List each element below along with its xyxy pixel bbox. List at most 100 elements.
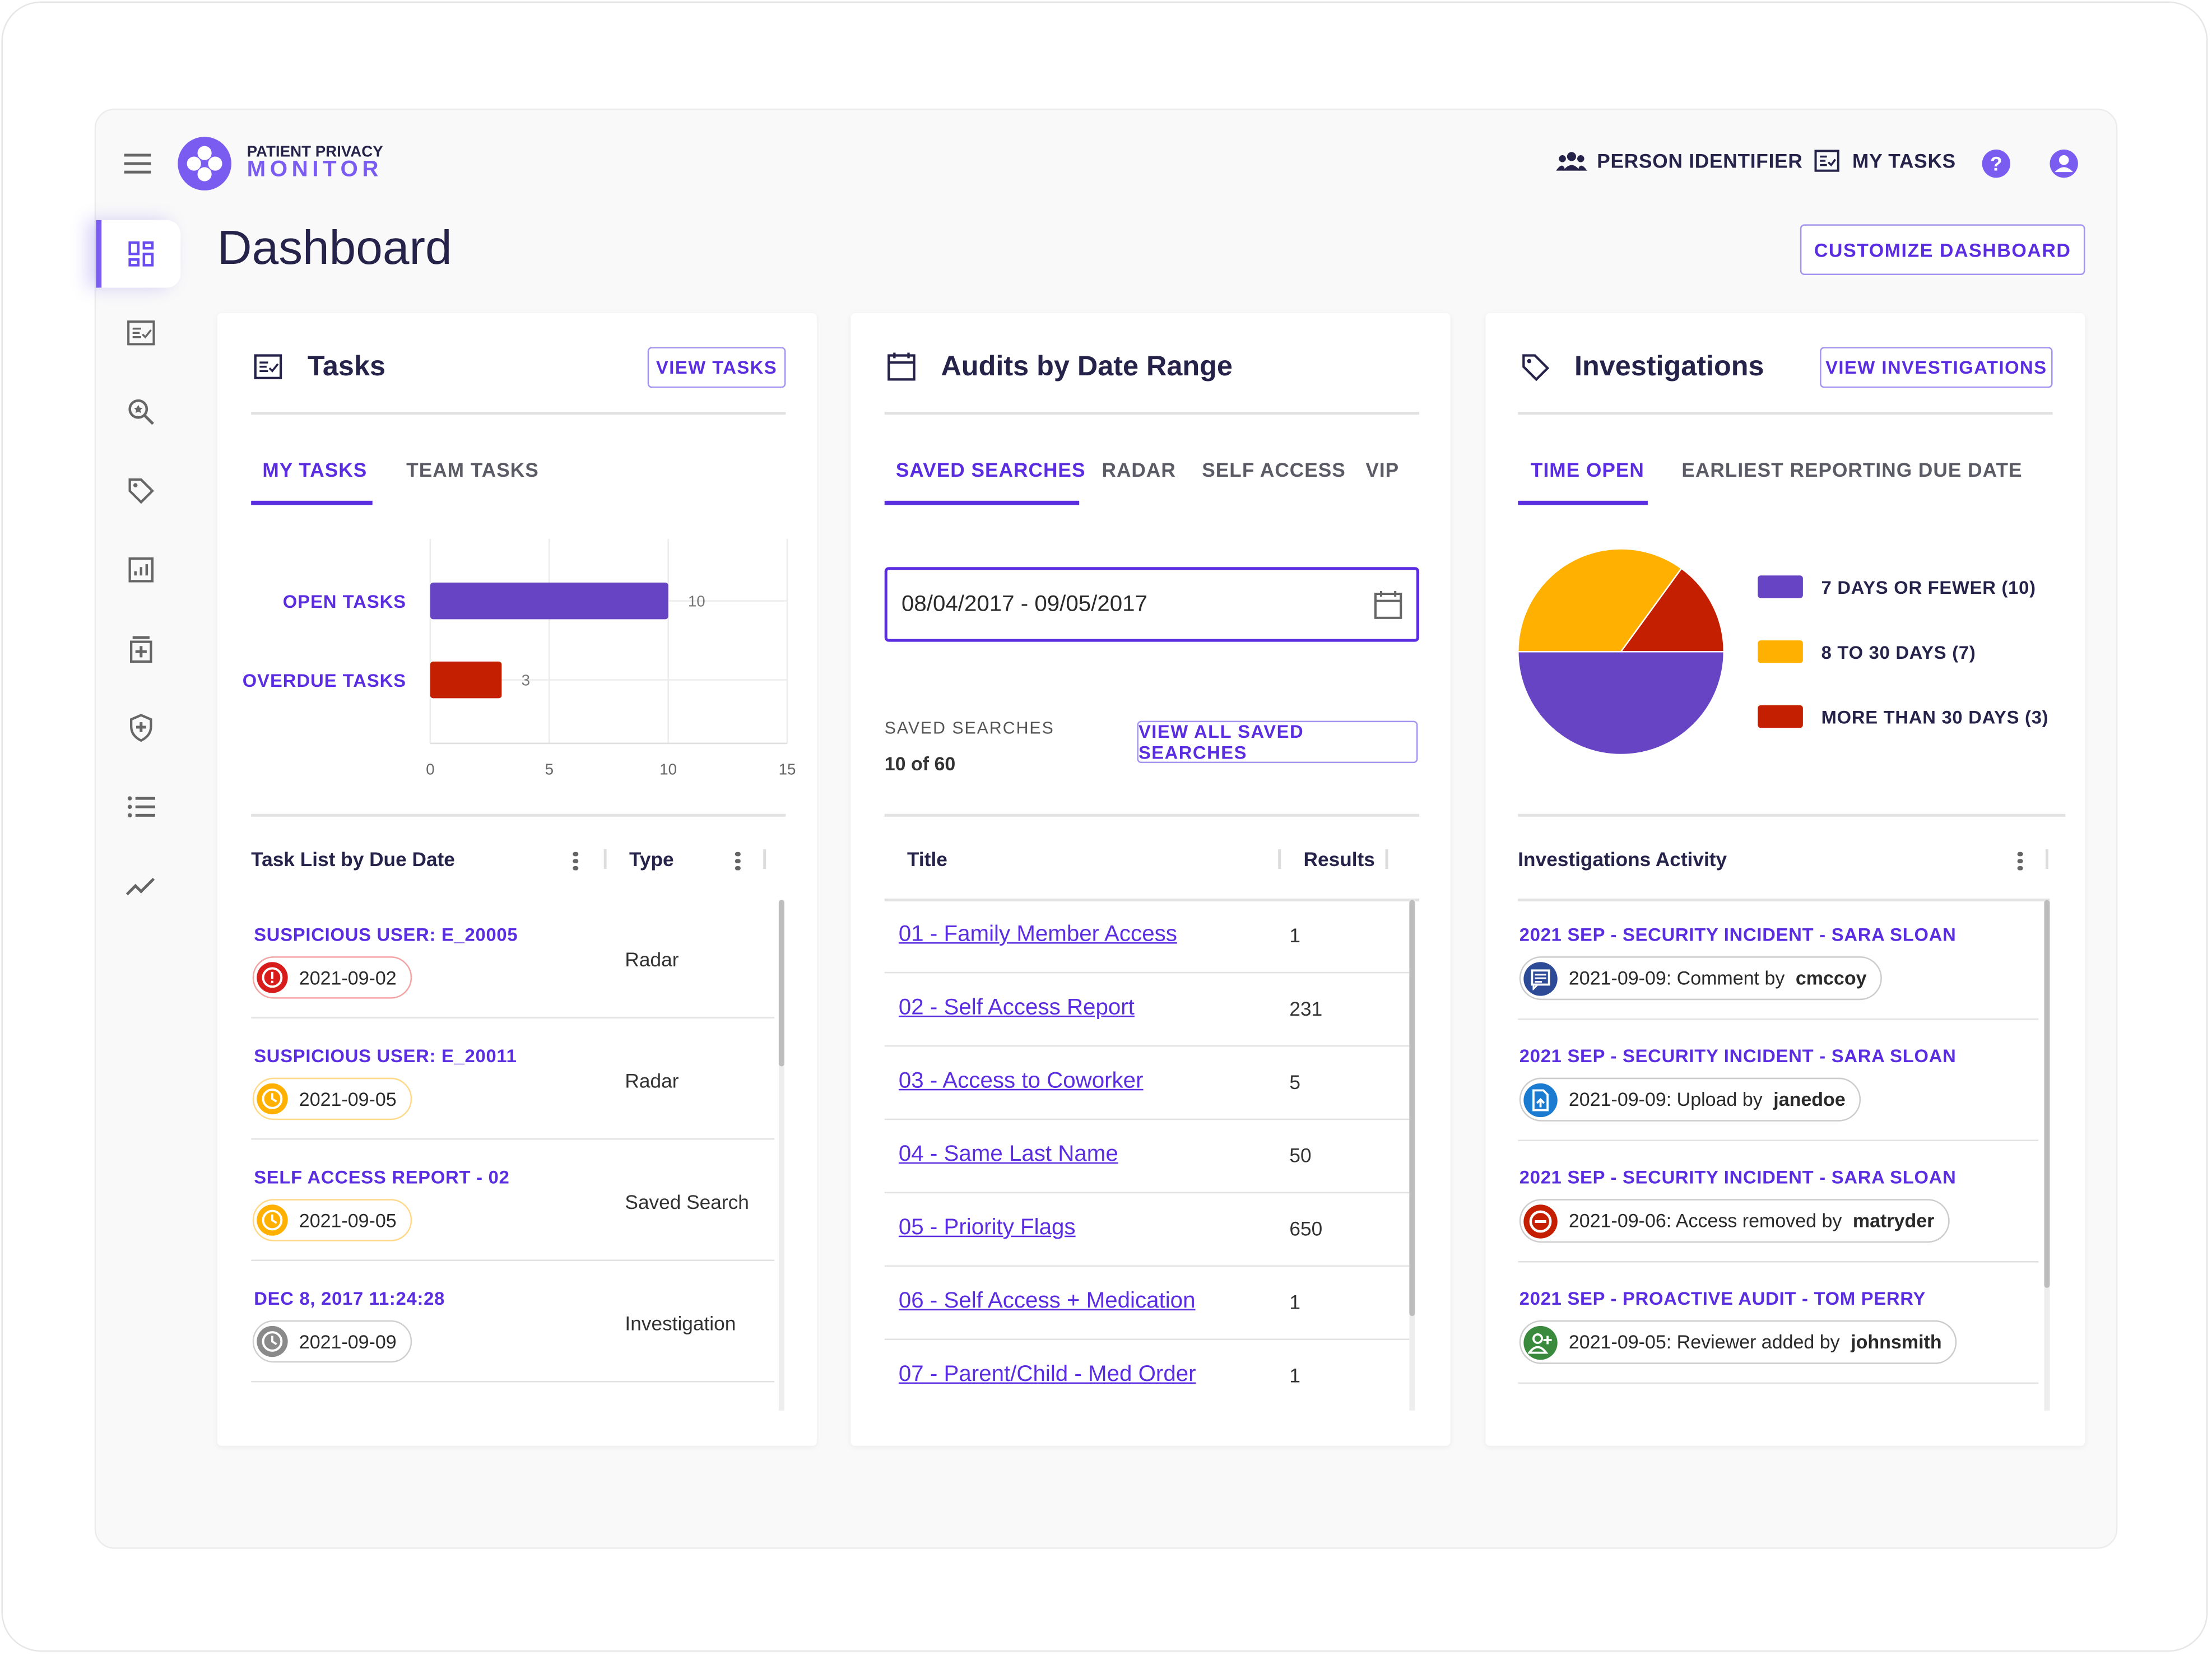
investigation-link[interactable]: 2021 SEP - SECURITY INCIDENT - SARA SLOA…	[1519, 1166, 1957, 1188]
view-all-saved-searches-button[interactable]: VIEW ALL SAVED SEARCHES	[1137, 720, 1418, 764]
tab-my-tasks[interactable]: MY TASKS	[262, 458, 367, 481]
activity-text: 2021-09-06: Access removed by	[1568, 1210, 1847, 1232]
saved-search-link[interactable]: 02 - Self Access Report	[899, 996, 1135, 1021]
person-identifier-label: PERSON IDENTIFIER	[1597, 149, 1803, 173]
menu-icon[interactable]	[124, 152, 152, 175]
x-tick-label: 0	[426, 760, 434, 778]
scrollbar-thumb[interactable]	[2044, 900, 2050, 1288]
help-icon[interactable]: ?	[1981, 148, 2011, 179]
activity-scrollbar[interactable]	[2044, 900, 2050, 1411]
pie-slice[interactable]	[1517, 651, 1725, 756]
task-list-header: Task List by Due Date	[251, 848, 455, 871]
investigations-activity-header: Investigations Activity	[1518, 848, 1727, 871]
column-resize-handle[interactable]	[603, 849, 606, 869]
clock-icon	[257, 1325, 288, 1357]
task-title-link[interactable]: SUSPICIOUS USER: E_20011	[254, 1045, 517, 1067]
saved-search-link[interactable]: 07 - Parent/Child - Med Order	[899, 1362, 1196, 1388]
active-tab-indicator	[251, 500, 373, 505]
shield-icon	[130, 714, 152, 742]
tasks-icon	[1814, 150, 1839, 172]
svg-text:?: ?	[1990, 153, 2002, 175]
medical-icon	[130, 636, 152, 663]
saved-searches-scrollbar[interactable]	[1409, 900, 1415, 1411]
scrollbar-thumb[interactable]	[778, 900, 784, 1067]
activity-text: 2021-09-09: Comment by	[1568, 967, 1790, 989]
investigations-activity-list: 2021 SEP - SECURITY INCIDENT - SARA SLOA…	[1518, 900, 2039, 1412]
legend-item: MORE THAN 30 DAYS (3)	[1758, 700, 2048, 733]
saved-search-results: 5	[1289, 1071, 1300, 1094]
comment-icon	[1523, 961, 1558, 996]
investigation-link[interactable]: 2021 SEP - SECURITY INCIDENT - SARA SLOA…	[1519, 924, 1957, 945]
bar-data-label: 10	[688, 593, 705, 610]
tab-self-access[interactable]: SELF ACCESS	[1202, 458, 1346, 481]
view-tasks-button[interactable]: VIEW TASKS	[647, 347, 786, 388]
saved-search-link[interactable]: 05 - Priority Flags	[899, 1216, 1076, 1241]
person-identifier-link[interactable]: PERSON IDENTIFIER	[1556, 150, 1802, 172]
calendar-icon[interactable]	[1374, 589, 1402, 620]
date-range-input[interactable]: 08/04/2017 - 09/05/2017	[884, 567, 1420, 642]
view-investigations-button[interactable]: VIEW INVESTIGATIONS	[1820, 347, 2053, 388]
due-date: 2021-09-05	[299, 1210, 397, 1231]
sidebar-item-medical[interactable]	[99, 615, 183, 683]
column-menu-icon[interactable]	[2017, 849, 2023, 873]
saved-search-link[interactable]: 01 - Family Member Access	[899, 923, 1177, 948]
column-resize-handle[interactable]	[1278, 849, 1280, 869]
sidebar-item-security[interactable]	[99, 694, 183, 762]
due-date: 2021-09-02	[299, 967, 397, 988]
task-title-link[interactable]: SELF ACCESS REPORT - 02	[254, 1166, 509, 1188]
page-title: Dashboard	[217, 221, 452, 275]
tab-vip[interactable]: VIP	[1365, 458, 1399, 481]
saved-search-link[interactable]: 06 - Self Access + Medication	[899, 1289, 1196, 1314]
task-title-link[interactable]: DEC 8, 2017 11:24:28	[254, 1288, 445, 1309]
divider	[251, 813, 786, 816]
saved-search-link[interactable]: 04 - Same Last Name	[899, 1142, 1118, 1167]
add-person-icon	[1523, 1325, 1558, 1359]
column-resize-handle[interactable]	[1385, 849, 1388, 869]
x-tick-label: 10	[659, 760, 677, 778]
tab-team-tasks[interactable]: TEAM TASKS	[406, 458, 539, 481]
task-list: SUSPICIOUS USER: E_20005 2021-09-02 Radar S…	[251, 899, 775, 1412]
activity-user: matryder	[1852, 1210, 1935, 1232]
column-resize-handle[interactable]	[2045, 849, 2048, 869]
task-list-scrollbar[interactable]	[778, 900, 784, 1411]
my-tasks-link[interactable]: MY TASKS	[1814, 150, 1956, 172]
trend-icon	[126, 877, 155, 896]
people-icon	[1556, 152, 1587, 171]
row-divider	[1518, 1139, 2039, 1141]
column-menu-icon[interactable]	[735, 849, 741, 873]
saved-search-link[interactable]: 03 - Access to Coworker	[899, 1069, 1144, 1095]
tab-time-open[interactable]: TIME OPEN	[1531, 458, 1644, 481]
task-title-link[interactable]: SUSPICIOUS USER: E_20005	[254, 924, 518, 945]
scrollbar-thumb[interactable]	[1409, 900, 1415, 1317]
investigation-link[interactable]: 2021 SEP - SECURITY INCIDENT - SARA SLOA…	[1519, 1045, 1957, 1067]
bar-open-tasks[interactable]	[430, 582, 668, 620]
sidebar-item-list[interactable]	[99, 773, 183, 841]
saved-search-results: 50	[1289, 1144, 1312, 1167]
tab-earliest-reporting-due-date[interactable]: EARLIEST REPORTING DUE DATE	[1681, 458, 2022, 481]
tab-radar[interactable]: RADAR	[1102, 458, 1175, 481]
x-tick-label: 5	[545, 760, 554, 778]
sidebar-item-tasks[interactable]	[99, 299, 183, 367]
sidebar-item-search[interactable]	[99, 378, 183, 446]
sidebar-item-dashboard[interactable]	[96, 220, 181, 288]
due-date-chip: 2021-09-05	[252, 1077, 412, 1120]
bar-data-label: 3	[522, 672, 530, 689]
task-title-link[interactable]: PRIORITY FLAGS	[254, 1409, 413, 1412]
investigation-link[interactable]: 2021 SEP - PROACTIVE AUDIT - TOM PERRY	[1519, 1288, 1926, 1309]
task-type: Investigation	[625, 1311, 736, 1334]
tab-saved-searches[interactable]: SAVED SEARCHES	[896, 458, 1086, 481]
tasks-icon	[127, 320, 155, 346]
sidebar-item-trends[interactable]	[99, 852, 183, 920]
customize-dashboard-button[interactable]: CUSTOMIZE DASHBOARD	[1800, 224, 2085, 275]
bar-overdue-tasks[interactable]	[430, 661, 502, 699]
sidebar-item-reports[interactable]	[99, 536, 183, 604]
brand-bottom: MONITOR	[247, 158, 383, 182]
saved-search-results: 650	[1289, 1217, 1323, 1240]
account-icon[interactable]	[2048, 148, 2079, 179]
sidebar-item-tags[interactable]	[99, 457, 183, 525]
activity-user: johnsmith	[1851, 1331, 1942, 1353]
column-resize-handle[interactable]	[763, 849, 765, 869]
investigation-link[interactable]: 2021 OCT - SECURITY INCIDENT - DANIEL RU…	[1519, 1409, 1954, 1412]
column-menu-icon[interactable]	[573, 849, 578, 873]
tag-icon	[1522, 354, 1550, 382]
